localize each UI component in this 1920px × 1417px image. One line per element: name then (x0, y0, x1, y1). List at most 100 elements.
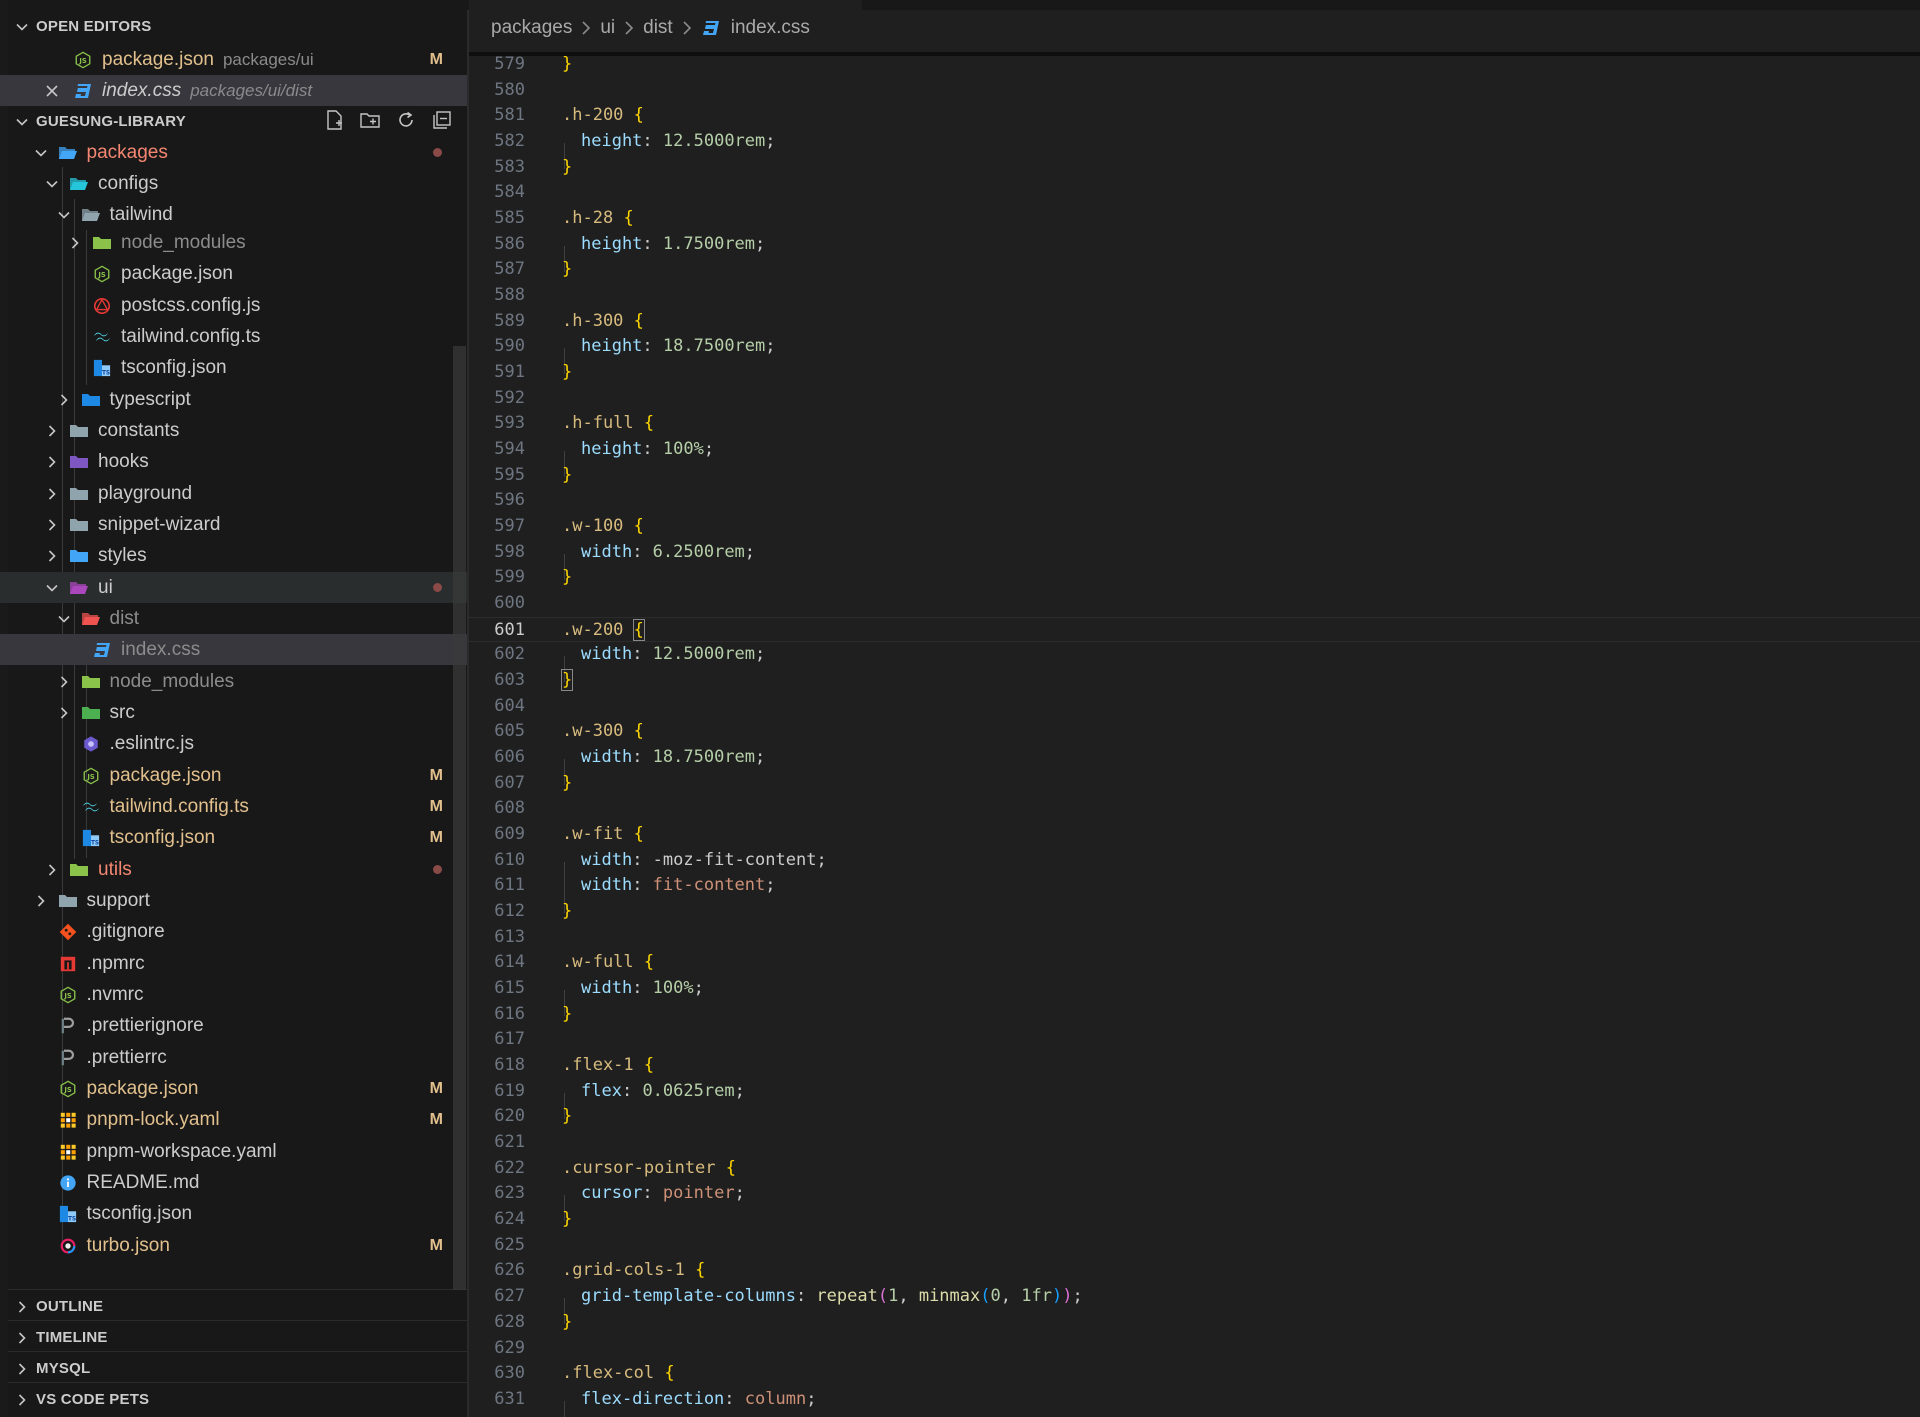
tree-file-pnpm-lock[interactable]: pnpm-lock.yaml M (0, 1104, 467, 1135)
code-line[interactable]: 586 height: 1.7500rem; (467, 232, 1920, 272)
tree-file-tailwind-config[interactable]: tailwind.config.ts (0, 321, 467, 352)
close-icon[interactable] (42, 50, 62, 70)
code-line[interactable]: 606 width: 18.7500rem; (467, 745, 1920, 786)
code-line[interactable]: 617 (467, 1027, 1920, 1053)
tree-folder-constants[interactable]: constants (0, 415, 467, 446)
tree-file-tsconfig-json[interactable]: TS tsconfig.json (0, 352, 467, 383)
tree-folder-hooks[interactable]: hooks (0, 446, 467, 477)
tree-file-prettierignore[interactable]: .prettierignore (0, 1010, 467, 1041)
tree-file-turbo-json[interactable]: turbo.json M (0, 1230, 467, 1261)
open-editor-index-css[interactable]: index.css packages/ui/dist (0, 75, 467, 106)
tree-folder-playground[interactable]: playground (0, 478, 467, 509)
tree-file-tsconfig-root[interactable]: TS tsconfig.json (0, 1198, 467, 1229)
collapse-all-icon[interactable] (431, 109, 453, 135)
code-line[interactable]: 628} (467, 1310, 1920, 1336)
code-line[interactable]: 593 .h-full { (467, 411, 1920, 437)
tree-file-eslintrc[interactable]: .eslintrc.js (0, 728, 467, 759)
tree-file-npmrc[interactable]: .npmrc (0, 948, 467, 979)
code-line[interactable]: 605 .w-300 { (467, 719, 1920, 745)
code-line[interactable]: 610 width: -moz-fit-content; (467, 848, 1920, 888)
code-line[interactable]: 602 width: 12.5000rem; (467, 642, 1920, 683)
code-line[interactable]: 615 width: 100%; (467, 976, 1920, 1017)
tree-folder-src[interactable]: src (0, 697, 467, 728)
code-line[interactable]: 583} (467, 155, 1920, 181)
close-icon[interactable] (42, 81, 62, 101)
code-line[interactable]: 621 (467, 1130, 1920, 1156)
tree-file-readme[interactable]: README.md (0, 1167, 467, 1198)
code-line[interactable]: 608 (467, 796, 1920, 822)
code-line[interactable]: 599} (467, 565, 1920, 591)
code-line[interactable]: 580 (467, 78, 1920, 104)
code-line[interactable]: 591} (467, 360, 1920, 386)
code-line[interactable]: 594 height: 100%; (467, 437, 1920, 478)
tree-file-tsconfig-json-ui[interactable]: TS tsconfig.json M (0, 822, 467, 853)
tree-file-package-json-root[interactable]: JS package.json M (0, 1073, 467, 1104)
code-line[interactable]: 619 flex: 0.0625rem; (467, 1079, 1920, 1119)
code-line[interactable]: 620} (467, 1104, 1920, 1130)
tree-folder-tailwind[interactable]: tailwind (0, 199, 467, 230)
open-editor-package-json[interactable]: JS package.json packages/ui M (0, 44, 467, 75)
code-line[interactable]: 614 .w-full { (467, 950, 1920, 976)
open-editors-header[interactable]: OPEN EDITORS (0, 11, 467, 42)
tree-folder-node-modules-ui[interactable]: node_modules (0, 666, 467, 697)
code-line[interactable]: 590 height: 18.7500rem; (467, 334, 1920, 375)
tree-folder-typescript[interactable]: typescript (0, 384, 467, 415)
tree-folder-packages[interactable]: packages (0, 137, 467, 168)
tree-file-tailwind-config-ui[interactable]: tailwind.config.ts M (0, 791, 467, 822)
tree-file-pnpm-workspace[interactable]: pnpm-workspace.yaml (0, 1136, 467, 1167)
code-line[interactable]: 584 (467, 180, 1920, 206)
tree-folder-utils[interactable]: utils (0, 854, 467, 885)
code-line[interactable]: 607} (467, 771, 1920, 797)
code-line[interactable]: 612} (467, 899, 1920, 925)
code-line[interactable]: 579} (467, 52, 1920, 78)
code-line[interactable]: 625 (467, 1233, 1920, 1259)
tree-folder-configs[interactable]: configs (0, 168, 467, 199)
code-line[interactable]: 585 .h-28 { (467, 206, 1920, 232)
code-line[interactable]: 609 .w-fit { (467, 822, 1920, 848)
tree-folder-ui[interactable]: ui (0, 572, 467, 603)
code-line[interactable]: 618 .flex-1 { (467, 1053, 1920, 1079)
code-line[interactable]: 601 .w-200 { (467, 616, 1920, 643)
tree-folder-support[interactable]: support (0, 885, 467, 916)
code-line[interactable]: 597 .w-100 { (467, 514, 1920, 540)
tree-file-index-css[interactable]: index.css (0, 634, 467, 665)
code-line[interactable]: 622 .cursor-pointer { (467, 1156, 1920, 1182)
code-line[interactable]: 603} (467, 668, 1920, 694)
code-line[interactable]: 598 width: 6.2500rem; (467, 540, 1920, 580)
code-line[interactable]: 616} (467, 1002, 1920, 1028)
tree-file-nvmrc[interactable]: JS .nvmrc (0, 979, 467, 1010)
active-tab-strip[interactable] (469, 0, 862, 10)
code-line[interactable]: 627 grid-template-columns: repeat(1, minm… (467, 1284, 1920, 1325)
tree-folder-node-modules[interactable]: node_modules (0, 227, 467, 258)
workspace-header[interactable]: GUESUNG-LIBRARY (0, 106, 467, 137)
refresh-icon[interactable] (395, 109, 417, 135)
new-folder-icon[interactable] (359, 109, 381, 135)
code-line[interactable]: 626 .grid-cols-1 { (467, 1258, 1920, 1284)
code-line[interactable]: 611 width: fit-content; (467, 873, 1920, 914)
code-line[interactable]: 630 .flex-col { (467, 1361, 1920, 1387)
tree-folder-dist[interactable]: dist (0, 603, 467, 634)
code-line[interactable]: 623 cursor: pointer; (467, 1181, 1920, 1222)
code-line[interactable]: 592 (467, 386, 1920, 412)
tree-folder-styles[interactable]: styles (0, 540, 467, 571)
code-line[interactable]: 600 (467, 591, 1920, 617)
section-outline-header[interactable]: OUTLINE (0, 1291, 467, 1322)
code-line[interactable]: 588 (467, 283, 1920, 309)
code-line[interactable]: 581 .h-200 { (467, 103, 1920, 129)
code-line[interactable]: 587} (467, 257, 1920, 283)
tree-folder-snippet-wizard[interactable]: snippet-wizard (0, 509, 467, 540)
code-line[interactable]: 631 flex-direction: column; (467, 1387, 1920, 1417)
tree-file-postcss-config[interactable]: postcss.config.js (0, 290, 467, 321)
new-file-icon[interactable] (323, 109, 345, 135)
code-line[interactable]: 613 (467, 925, 1920, 951)
section-timeline-header[interactable]: TIMELINE (0, 1322, 467, 1353)
tree-file-gitignore[interactable]: .gitignore (0, 916, 467, 947)
code-line[interactable]: 595} (467, 463, 1920, 489)
section-vs-code-pets-header[interactable]: VS CODE PETS (0, 1384, 467, 1415)
code-editor[interactable]: packages ui dist index.css 579} 580 581 .h-… (467, 0, 1920, 1417)
code-line[interactable]: 596 (467, 488, 1920, 514)
code-line[interactable]: 629 (467, 1336, 1920, 1362)
tree-file-package-json-ui[interactable]: JS package.json M (0, 760, 467, 791)
code-line[interactable]: 604 (467, 694, 1920, 720)
section-mysql-header[interactable]: MYSQL (0, 1353, 467, 1384)
